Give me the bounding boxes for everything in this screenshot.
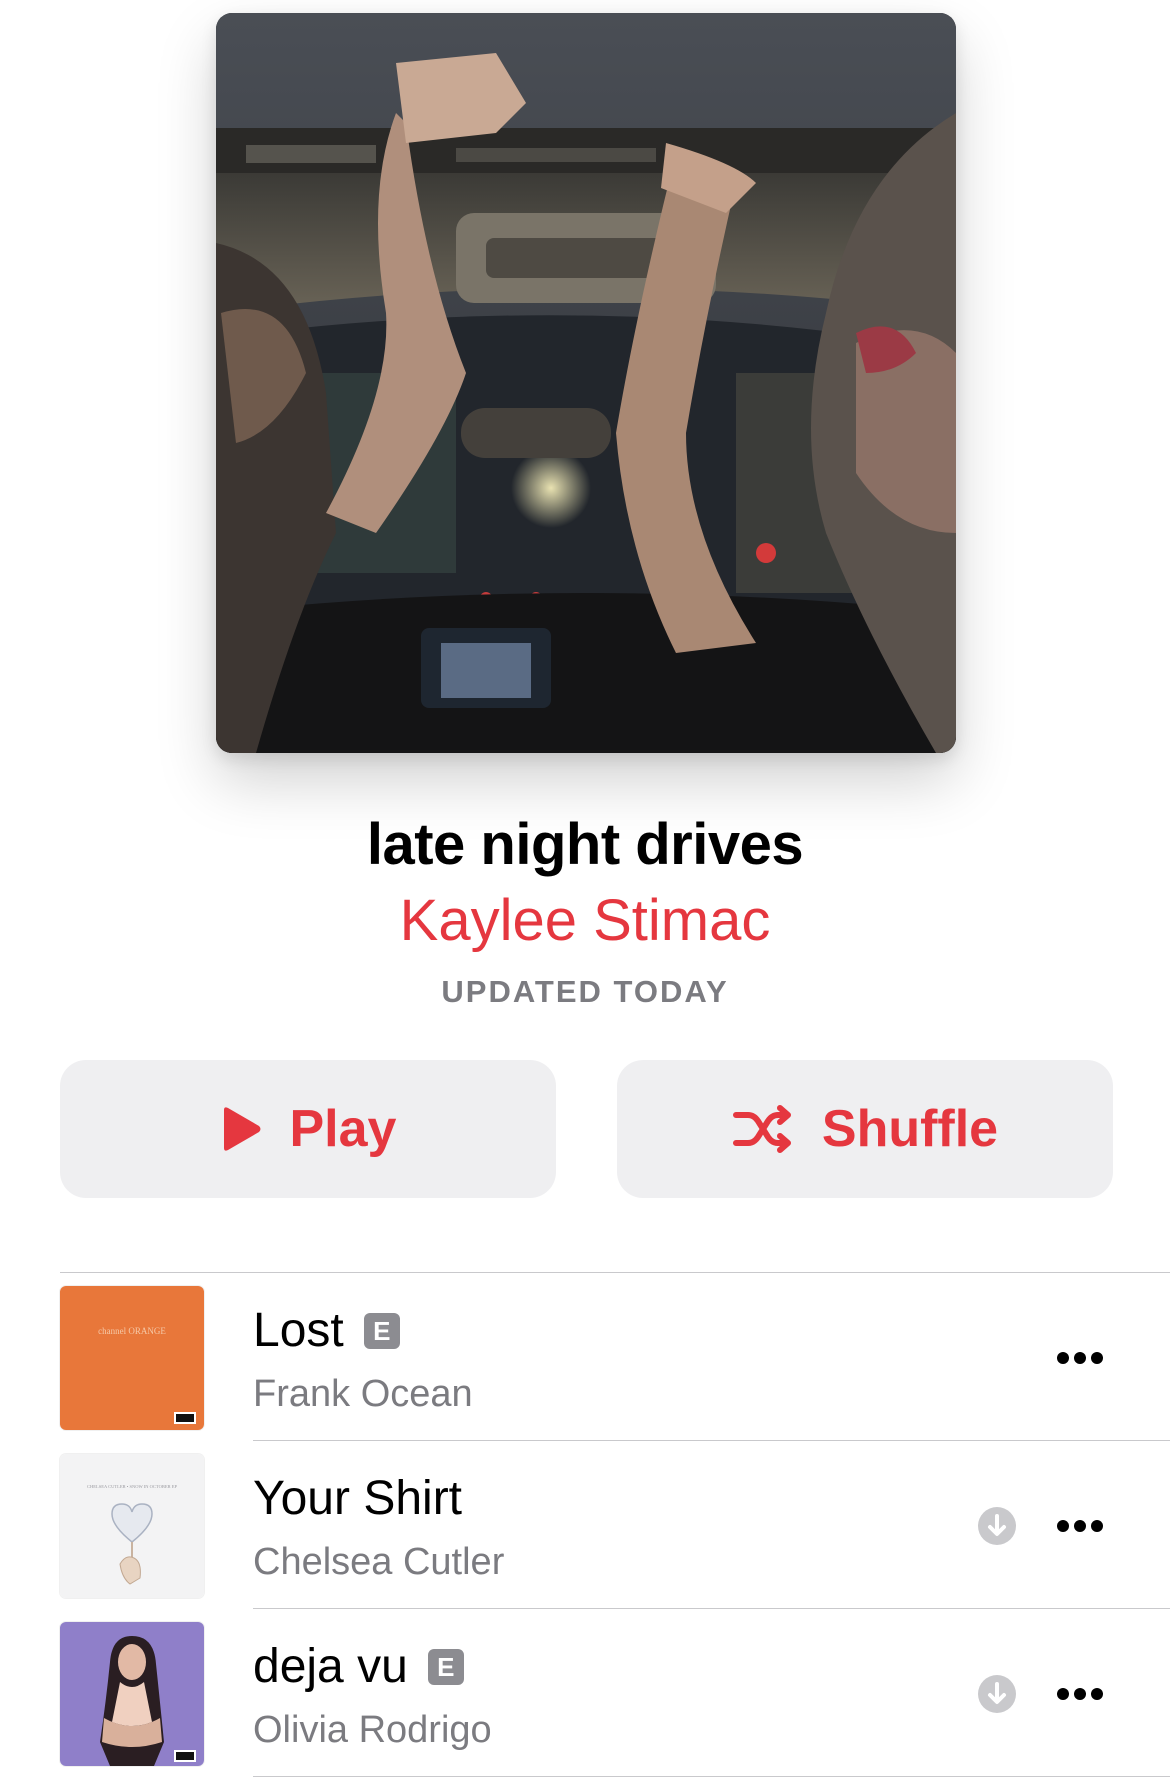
album-cover-snow-in-october: CHELSEA CUTLER • SNOW IN OCTOBER EP (60, 1454, 204, 1598)
track-title-text: deja vu (253, 1640, 408, 1693)
album-cover-text: CHELSEA CUTLER • SNOW IN OCTOBER EP (87, 1484, 177, 1489)
track-title-text: Your Shirt (253, 1472, 463, 1525)
track-title-text: Lost (253, 1304, 344, 1357)
download-icon[interactable] (977, 1674, 1017, 1714)
track-row[interactable]: CHELSEA CUTLER • SNOW IN OCTOBER EP Your… (0, 1441, 1170, 1609)
track-artist: Frank Ocean (253, 1373, 473, 1415)
download-icon[interactable] (977, 1506, 1017, 1546)
row-divider (253, 1776, 1170, 1777)
shuffle-icon (732, 1105, 794, 1153)
playlist-artwork (216, 13, 956, 753)
more-options-icon[interactable] (1055, 1682, 1105, 1706)
album-cover-text: channel ORANGE (98, 1326, 166, 1336)
playlist-cover-image (216, 13, 956, 753)
playlist-title: late night drives (366, 812, 804, 877)
track-artwork: channel ORANGE (60, 1286, 204, 1430)
track-row[interactable]: deja vu E Olivia Rodrigo (0, 1609, 1170, 1777)
track-artwork: CHELSEA CUTLER • SNOW IN OCTOBER EP (60, 1454, 204, 1598)
explicit-badge: E (363, 1313, 400, 1349)
playlist-curator-link[interactable]: Kaylee Stimac (0, 888, 1170, 954)
shuffle-button[interactable]: Shuffle (617, 1060, 1113, 1198)
track-row[interactable]: channel ORANGE Lost E Frank Ocean (0, 1273, 1170, 1441)
album-cover-deja-vu (60, 1622, 204, 1766)
explicit-badge: E (427, 1649, 464, 1685)
track-title: Lost E (253, 1303, 400, 1359)
track-artwork (60, 1622, 204, 1766)
track-artist: Olivia Rodrigo (253, 1709, 492, 1751)
shuffle-button-label: Shuffle (821, 1100, 999, 1158)
play-button-label: Play (289, 1100, 397, 1158)
track-artist: Chelsea Cutler (253, 1541, 505, 1583)
track-title: deja vu E (253, 1639, 464, 1695)
more-options-icon[interactable] (1055, 1346, 1105, 1370)
album-cover-channel-orange: channel ORANGE (60, 1286, 204, 1430)
play-icon (220, 1106, 262, 1152)
more-options-icon[interactable] (1055, 1514, 1105, 1538)
playlist-updated-label: UPDATED TODAY (441, 974, 729, 1009)
play-button[interactable]: Play (60, 1060, 556, 1198)
track-title: Your Shirt (253, 1471, 462, 1527)
